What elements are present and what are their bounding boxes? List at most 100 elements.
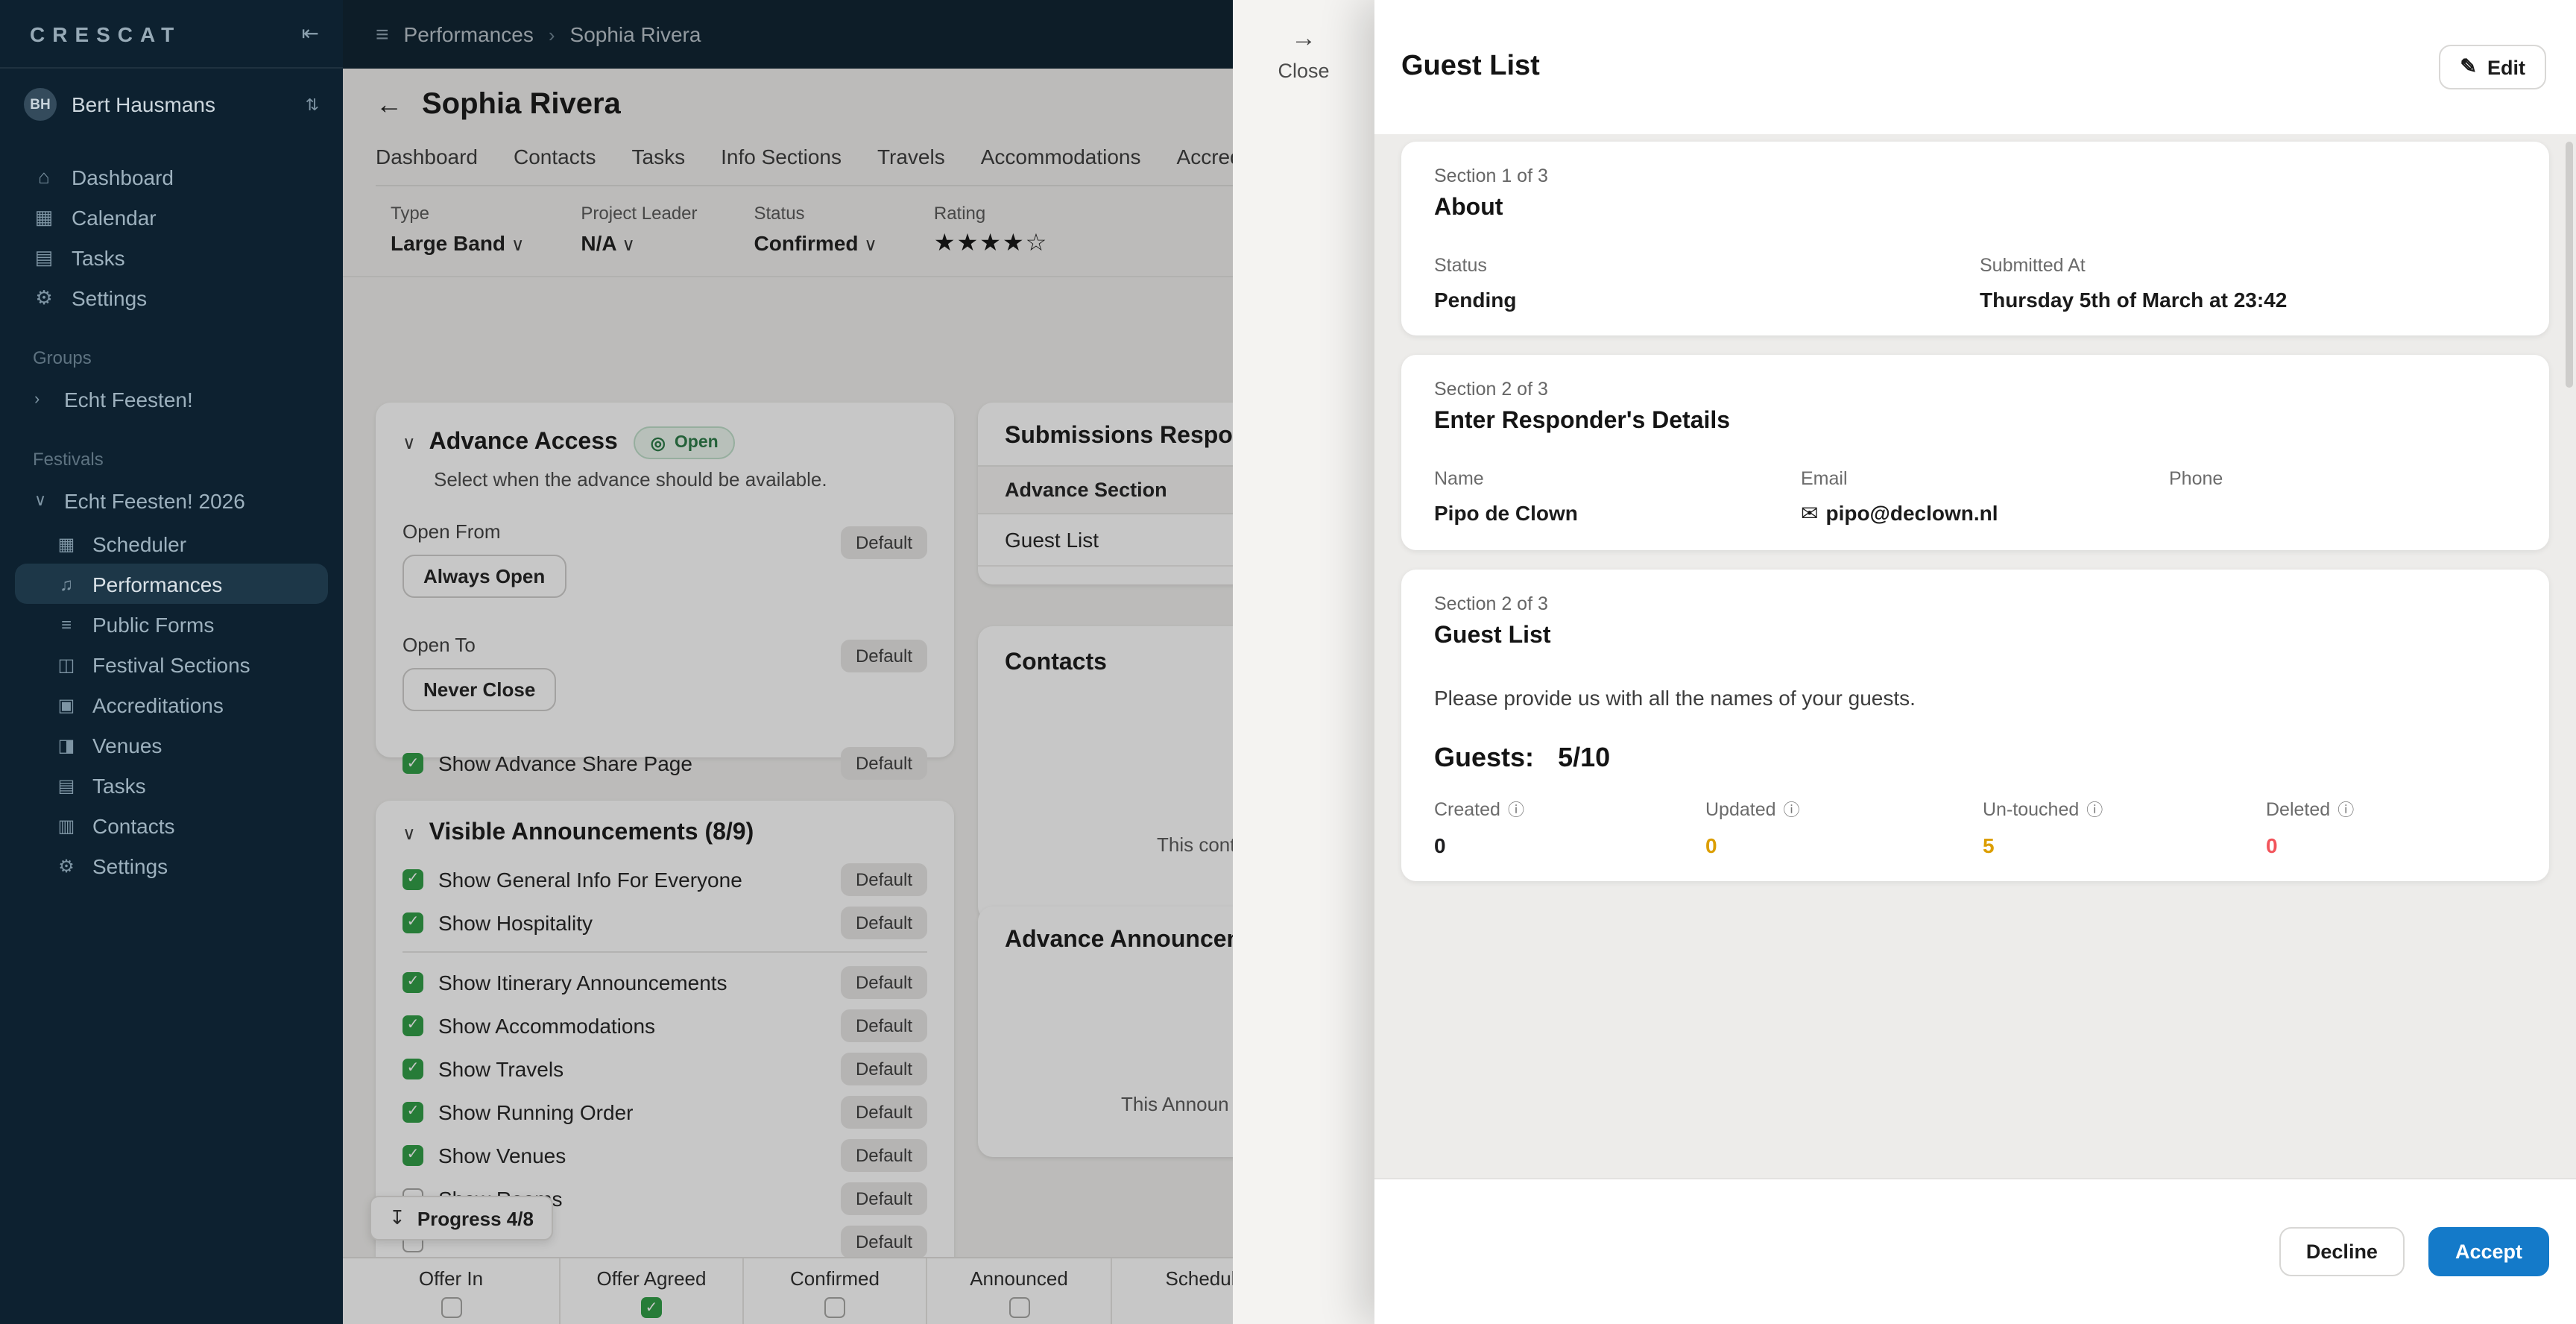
counter-created: Createdⓘ 0 xyxy=(1434,798,1705,857)
guest-list-drawer: → Close Guest List ✎ Edit Section 1 of 3… xyxy=(1233,0,2576,1324)
section-responder-card: Section 2 of 3 Enter Responder's Details… xyxy=(1401,355,2549,550)
sidebar-item-label: Accreditations xyxy=(92,693,224,716)
info-icon[interactable]: ⓘ xyxy=(1784,798,1800,822)
chevron-down-icon: ∨ xyxy=(34,491,49,510)
sidebar-item-label: Venues xyxy=(92,733,162,757)
tasks-icon: ▤ xyxy=(55,775,78,795)
field-status: Status Pending xyxy=(1434,255,1980,312)
counter-label: Deleted xyxy=(2266,799,2330,820)
gear-icon: ⚙ xyxy=(55,855,78,876)
chevron-updown-icon: ⇅ xyxy=(306,95,319,114)
field-value: Pipo de Clown xyxy=(1434,501,1801,525)
close-drawer-button[interactable]: → Close xyxy=(1233,0,1374,1324)
badge-icon: ▣ xyxy=(55,694,78,715)
chevron-right-icon: › xyxy=(34,390,49,408)
avatar: BH xyxy=(24,88,57,121)
sidebar-item-label: Settings xyxy=(72,286,147,309)
sidebar-festival-echt-feesten-2026[interactable]: ∨ Echt Feesten! 2026 xyxy=(0,480,343,520)
sidebar-item-label: Performances xyxy=(92,572,222,596)
field-label: Status xyxy=(1434,255,1980,276)
app-root: CRESCAT ⇤ BH Bert Hausmans ⇅ ⌂ Dashboard… xyxy=(0,0,2576,1324)
sidebar-item-label: Tasks xyxy=(72,245,125,269)
accept-button[interactable]: Accept xyxy=(2428,1227,2549,1276)
info-icon[interactable]: ⓘ xyxy=(1508,798,1524,822)
field-label: Phone xyxy=(2169,468,2516,489)
festival-nav: ▦ Scheduler ♫ Performances ≡ Public Form… xyxy=(0,520,343,886)
collapse-sidebar-icon[interactable]: ⇤ xyxy=(302,21,319,46)
sidebar-item-label: Contacts xyxy=(92,813,175,837)
guests-count: 5/10 xyxy=(1558,743,1610,774)
section-title: About xyxy=(1434,195,2516,222)
info-icon[interactable]: ⓘ xyxy=(2086,798,2103,822)
counter-untouched: Un-touchedⓘ 5 xyxy=(1983,798,2266,857)
tasks-icon: ▤ xyxy=(33,245,55,269)
sidebar-item-performances[interactable]: ♫ Performances xyxy=(15,564,328,604)
panel-scrollbar[interactable] xyxy=(2566,142,2573,388)
sidebar-item-festival-tasks[interactable]: ▤ Tasks xyxy=(15,765,328,805)
counter-deleted: Deleted ⓘ 0 xyxy=(2266,798,2516,857)
arrow-right-icon: → xyxy=(1291,24,1316,54)
field-submitted-at: Submitted At Thursday 5th of March at 23… xyxy=(1980,255,2516,312)
sidebar-item-festival-sections[interactable]: ◫ Festival Sections xyxy=(15,644,328,684)
dashboard-icon: ⌂ xyxy=(33,166,55,188)
sidebar-group-echt-feesten[interactable]: › Echt Feesten! xyxy=(0,379,343,419)
field-label: Name xyxy=(1434,468,1801,489)
sidebar-item-settings[interactable]: ⚙ Settings xyxy=(15,277,328,318)
field-value: Thursday 5th of March at 23:42 xyxy=(1980,288,2516,312)
section-title: Enter Responder's Details xyxy=(1434,409,2516,435)
sidebar-item-label: Calendar xyxy=(72,205,157,229)
calendar-icon: ▦ xyxy=(33,205,55,229)
info-icon[interactable]: ⓘ xyxy=(2337,798,2354,822)
decline-button[interactable]: Decline xyxy=(2279,1227,2405,1276)
speaker-icon: ◨ xyxy=(55,734,78,755)
field-email: Email ✉pipo@declown.nl xyxy=(1801,468,2169,526)
counter-value: 0 xyxy=(1705,833,1983,857)
user-menu[interactable]: BH Bert Hausmans ⇅ xyxy=(0,69,343,136)
main-nav: ⌂ Dashboard ▦ Calendar ▤ Tasks ⚙ Setting… xyxy=(0,136,343,318)
pencil-icon: ✎ xyxy=(2460,55,2477,79)
field-name: Name Pipo de Clown xyxy=(1434,468,1801,526)
section-kicker: Section 2 of 3 xyxy=(1434,379,2516,400)
sidebar-item-public-forms[interactable]: ≡ Public Forms xyxy=(15,604,328,644)
edit-button[interactable]: ✎ Edit xyxy=(2439,45,2546,89)
music-note-icon: ♫ xyxy=(55,573,78,594)
counter-updated: Updatedⓘ 0 xyxy=(1705,798,1983,857)
sidebar-item-contacts[interactable]: ▥ Contacts xyxy=(15,805,328,845)
sidebar-item-label: Scheduler xyxy=(92,532,186,555)
field-label: Submitted At xyxy=(1980,255,2516,276)
logo-row: CRESCAT ⇤ xyxy=(0,0,343,69)
section-kicker: Section 2 of 3 xyxy=(1434,593,2516,614)
counter-label: Created xyxy=(1434,799,1500,820)
user-name: Bert Hausmans xyxy=(72,92,291,116)
contact-card-icon: ▥ xyxy=(55,815,78,836)
section-kicker: Section 1 of 3 xyxy=(1434,166,2516,186)
sidebar-item-label: Tasks xyxy=(92,773,146,797)
drawer-header: Guest List ✎ Edit xyxy=(1374,0,2576,134)
scheduler-icon: ▦ xyxy=(55,533,78,554)
sections-icon: ◫ xyxy=(55,654,78,675)
sidebar-item-calendar[interactable]: ▦ Calendar xyxy=(15,197,328,237)
sidebar: CRESCAT ⇤ BH Bert Hausmans ⇅ ⌂ Dashboard… xyxy=(0,0,343,1324)
section-title: Guest List xyxy=(1434,623,2516,650)
gear-icon: ⚙ xyxy=(33,286,55,309)
sidebar-item-label: Public Forms xyxy=(92,612,214,636)
email-link[interactable]: ✉pipo@declown.nl xyxy=(1801,501,2169,526)
field-value: Pending xyxy=(1434,288,1980,312)
drawer-footer: Decline Accept xyxy=(1374,1178,2576,1324)
section-about-card: Section 1 of 3 About Status Pending Subm… xyxy=(1401,142,2549,335)
festival-name: Echt Feesten! 2026 xyxy=(64,488,245,512)
sidebar-item-tasks[interactable]: ▤ Tasks xyxy=(15,237,328,277)
sidebar-item-dashboard[interactable]: ⌂ Dashboard xyxy=(15,157,328,197)
field-phone: Phone xyxy=(2169,468,2516,526)
list-icon: ≡ xyxy=(55,614,78,634)
sidebar-item-accreditations[interactable]: ▣ Accreditations xyxy=(15,684,328,725)
close-label: Close xyxy=(1278,60,1329,82)
sidebar-item-venues[interactable]: ◨ Venues xyxy=(15,725,328,765)
sidebar-item-scheduler[interactable]: ▦ Scheduler xyxy=(15,523,328,564)
sidebar-item-label: Dashboard xyxy=(72,165,174,189)
field-label: Email xyxy=(1801,468,2169,489)
counter-value: 0 xyxy=(2266,833,2516,857)
mail-icon: ✉ xyxy=(1801,501,1818,525)
section-guest-list-card: Section 2 of 3 Guest List Please provide… xyxy=(1401,570,2549,881)
sidebar-item-festival-settings[interactable]: ⚙ Settings xyxy=(15,845,328,886)
